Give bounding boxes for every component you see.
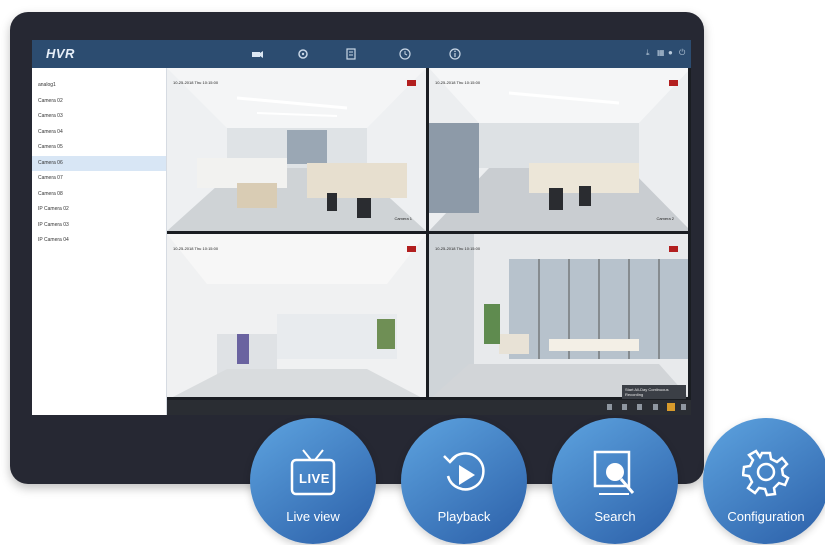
feature-label: Search	[594, 509, 636, 524]
camera-list-item[interactable]: Camera 08	[32, 187, 166, 203]
grid-divider	[167, 231, 691, 234]
alarm-icon[interactable]	[667, 403, 675, 411]
camera-tile[interactable]: 10-25-2018 Thu 10:15:00 Camera 1	[167, 68, 426, 231]
camera-name-overlay: Camera 2	[656, 216, 674, 221]
camera-list-item[interactable]: analog1	[32, 78, 166, 94]
office-feed-image	[429, 68, 688, 231]
power-icon[interactable]: ⏻	[679, 48, 685, 58]
top-navigation-bar: HVR ⤓ ▦ ● ⏻	[32, 40, 691, 68]
app-logo: HVR	[46, 46, 75, 61]
next-icon[interactable]	[637, 404, 642, 410]
pause-icon[interactable]	[622, 404, 627, 410]
recording-badge	[669, 246, 678, 252]
lobby-feed-image	[167, 234, 426, 397]
monitor-frame: HVR ⤓ ▦ ● ⏻ analog1 Camera 02 Camera 03 …	[10, 12, 704, 484]
feature-label: Configuration	[727, 509, 805, 524]
timestamp-overlay: 10-25-2018 Thu 10:15:00	[173, 246, 219, 251]
search-icon	[593, 450, 635, 495]
timestamp-overlay: 10-25-2018 Thu 10:15:00	[173, 80, 219, 85]
camera-name-overlay: Camera 1	[394, 216, 412, 221]
clock-icon[interactable]	[398, 47, 412, 61]
configuration-feature[interactable]: Configuration	[703, 418, 825, 544]
camera-list-item-selected[interactable]: Camera 06	[32, 155, 166, 171]
camera-tile[interactable]: 10-25-2018 Thu 10:15:00 Camera 2	[429, 68, 688, 231]
camera-list-item[interactable]: Camera 03	[32, 109, 166, 125]
playback-icon	[443, 452, 485, 491]
record-tooltip: Start All-Day Continuous Recording	[622, 385, 686, 399]
camera-list-item[interactable]: Camera 07	[32, 171, 166, 187]
nvr-screen: HVR ⤓ ▦ ● ⏻ analog1 Camera 02 Camera 03 …	[32, 40, 691, 415]
lock-icon[interactable]: ●	[668, 48, 674, 58]
recording-badge	[669, 80, 678, 86]
grid-divider	[426, 68, 429, 400]
camera-list-item[interactable]: IP Camera 03	[32, 218, 166, 234]
search-feature[interactable]: Search	[552, 418, 678, 544]
live-badge: LIVE	[299, 471, 330, 486]
record-icon[interactable]	[653, 404, 658, 410]
camera-list-item[interactable]: Camera 05	[32, 140, 166, 156]
camera-list-sidebar: analog1 Camera 02 Camera 03 Camera 04 Ca…	[32, 68, 167, 415]
timestamp-overlay: 10-25-2018 Thu 10:15:00	[435, 80, 481, 85]
feature-label: Playback	[437, 509, 491, 524]
camera-list-item[interactable]: IP Camera 04	[32, 233, 166, 249]
timestamp-overlay: 10-25-2018 Thu 10:15:00	[435, 246, 481, 251]
prev-icon[interactable]	[607, 404, 612, 410]
grid-icon[interactable]: ▦	[657, 48, 665, 58]
info-icon[interactable]	[448, 47, 462, 61]
playback-control-bar	[167, 400, 691, 415]
camera-tile[interactable]: 10-25-2018 Thu 10:15:00	[167, 234, 426, 397]
camera-icon[interactable]	[250, 47, 264, 61]
settings-icon[interactable]	[296, 47, 310, 61]
office-feed-image	[167, 68, 426, 231]
gear-icon	[742, 449, 790, 497]
feature-label: Live view	[286, 509, 340, 524]
meeting-room-feed-image	[429, 234, 688, 397]
camera-list-item[interactable]: IP Camera 02	[32, 202, 166, 218]
recording-badge	[407, 246, 416, 252]
top-right-icons: ⤓ ▦ ● ⏻	[646, 48, 685, 58]
notes-icon[interactable]	[344, 47, 358, 61]
recording-badge	[407, 80, 416, 86]
playback-feature[interactable]: Playback	[401, 418, 527, 544]
fullscreen-icon[interactable]	[681, 404, 686, 410]
camera-tile[interactable]: 10-25-2018 Thu 10:15:00	[429, 234, 688, 397]
download-icon[interactable]: ⤓	[646, 48, 652, 58]
live-view-feature[interactable]: LIVE Live view	[250, 418, 376, 544]
camera-list-item[interactable]: Camera 04	[32, 125, 166, 141]
camera-grid: 10-25-2018 Thu 10:15:00 Camera 1 10-25-2…	[167, 68, 691, 400]
camera-list-item[interactable]: Camera 02	[32, 94, 166, 110]
